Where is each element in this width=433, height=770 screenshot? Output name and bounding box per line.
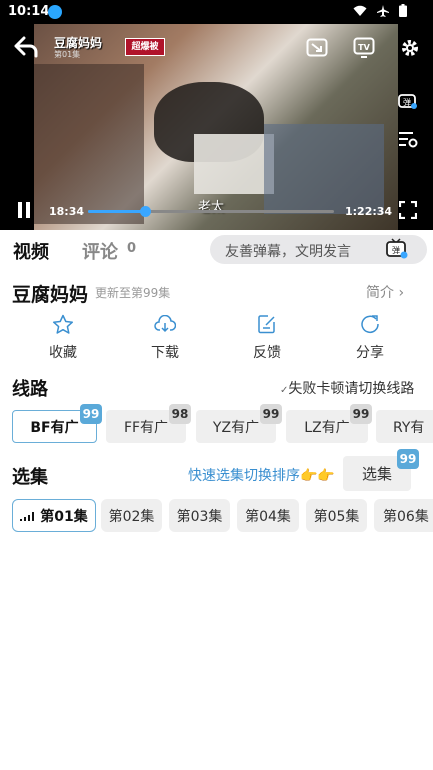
progress-fill	[88, 210, 145, 213]
danmaku-send-icon[interactable]: 弹	[385, 237, 409, 265]
lines-hint-text: 失败卡顿请切换线路	[288, 381, 415, 397]
line-chip-label: RY有	[393, 419, 425, 436]
video-player[interactable]: 豆腐妈妈 第01集 超爆被 老太 TV 弹 18:34 1:22:34	[0, 24, 433, 230]
episode-item[interactable]: 第05集	[306, 499, 367, 532]
download-notification-icon	[48, 5, 62, 19]
comment-count: 0	[127, 241, 137, 256]
episode-label: 第02集	[108, 508, 155, 525]
line-chip-label: FF有广	[123, 419, 169, 436]
episode-item[interactable]: 第02集	[101, 499, 162, 532]
airplane-icon	[377, 4, 389, 17]
line-chip-ry[interactable]: RY有	[376, 410, 433, 443]
episode-label: 第04集	[245, 508, 291, 525]
line-chip-label: LZ有广	[304, 419, 350, 436]
cast-screen-icon[interactable]	[306, 38, 328, 58]
share-icon	[361, 315, 379, 333]
download-label: 下载	[151, 345, 179, 361]
fullscreen-icon[interactable]	[399, 201, 417, 219]
current-time: 18:34	[49, 205, 85, 218]
back-arrow-icon[interactable]	[14, 36, 38, 58]
lines-hint: ✓失败卡顿请切换线路	[280, 378, 414, 398]
download-icon	[154, 315, 176, 333]
feedback-label: 反馈	[253, 345, 281, 361]
show-title: 豆腐妈妈	[12, 284, 89, 306]
pause-icon[interactable]	[16, 201, 32, 219]
episode-item[interactable]: 第03集	[169, 499, 230, 532]
tab-comment[interactable]: 评论	[82, 238, 118, 264]
settings-gear-icon[interactable]	[400, 38, 420, 58]
episode-label: 第01集	[40, 508, 88, 525]
tv-icon[interactable]: TV	[353, 37, 375, 58]
playing-bars-icon	[20, 511, 35, 521]
line-badge: 99	[350, 404, 372, 424]
star-icon	[52, 314, 74, 334]
danmaku-input[interactable]: 友善弹幕，文明发言 弹	[210, 235, 427, 264]
danmaku-settings-icon[interactable]	[398, 130, 418, 148]
line-badge: 99	[80, 404, 102, 424]
battery-icon	[399, 4, 407, 17]
danmaku-placeholder: 友善弹幕，文明发言	[225, 244, 351, 260]
tab-video[interactable]: 视频	[13, 238, 49, 264]
episode-label: 第05集	[313, 508, 360, 525]
total-time: 1:22:34	[345, 205, 393, 218]
status-icons	[353, 4, 407, 17]
channel-logo: 超爆被	[125, 38, 165, 56]
status-bar: 10:14	[0, 0, 433, 24]
favorite-label: 收藏	[49, 345, 77, 361]
update-status: 更新至第99集	[95, 286, 171, 300]
intro-link[interactable]: 简介 ›	[366, 282, 404, 302]
svg-text:弹: 弹	[392, 245, 400, 255]
feedback-button[interactable]: 反馈	[237, 312, 297, 362]
episode-label: 第03集	[176, 508, 223, 525]
episode-item[interactable]: 第06集	[374, 499, 433, 532]
video-episode-label: 第01集	[54, 50, 81, 59]
share-label: 分享	[356, 345, 384, 361]
episode-item[interactable]: 第01集	[12, 499, 96, 532]
fast-sort-link[interactable]: 快速选集切换排序👉👉	[188, 465, 335, 485]
line-badge: 99	[260, 404, 282, 424]
episode-item[interactable]: 第04集	[237, 499, 299, 532]
progress-knob[interactable]	[139, 206, 151, 217]
episodes-title: 选集	[12, 467, 48, 488]
feedback-icon	[258, 315, 275, 334]
lines-title: 线路	[12, 379, 48, 400]
danmaku-toggle-icon[interactable]: 弹	[398, 92, 418, 110]
favorite-button[interactable]: 收藏	[33, 312, 93, 362]
wifi-icon	[353, 5, 367, 16]
progress-slider[interactable]	[88, 206, 334, 217]
select-episode-label: 选集	[361, 465, 392, 483]
share-button[interactable]: 分享	[340, 312, 400, 362]
line-chip-label: BF有广	[30, 419, 79, 436]
svg-text:弹: 弹	[403, 97, 411, 107]
svg-text:TV: TV	[358, 43, 370, 52]
line-chip-label: YZ有广	[212, 419, 260, 436]
select-badge: 99	[397, 449, 419, 469]
download-button[interactable]: 下载	[135, 312, 195, 362]
status-time: 10:14	[8, 4, 50, 19]
line-badge: 98	[169, 404, 191, 424]
episode-label: 第06集	[383, 508, 429, 525]
